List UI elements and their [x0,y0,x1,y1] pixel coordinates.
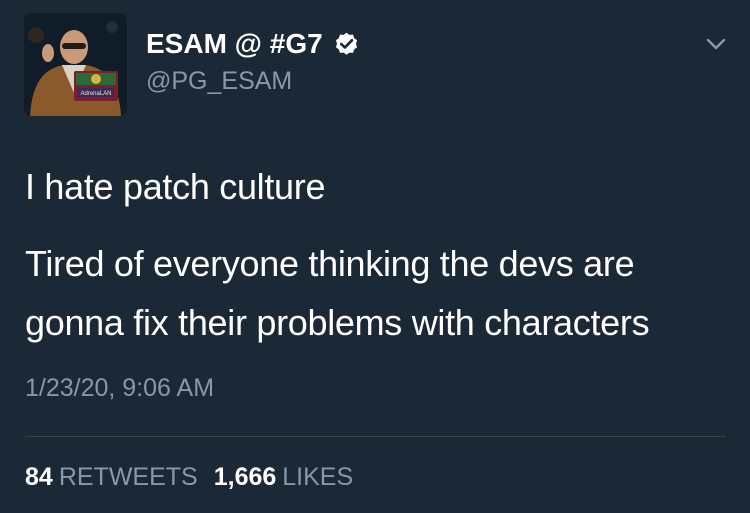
retweets-label: RETWEETS [58,463,198,491]
retweets-stat[interactable]: 84 RETWEETS [25,463,198,491]
tweet-text-line: Tired of everyone thinking the devs are [25,243,635,284]
likes-stat[interactable]: 1,666 LIKES [214,463,353,491]
likes-count: 1,666 [213,463,277,491]
tweet-card: AdrenaLAN ESAM @ #G7 @PG_ESAM I hate pat… [0,0,750,513]
user-display-name[interactable]: ESAM @ #G7 [146,28,360,60]
tweet-text-line: gonna fix their problems with characters [25,302,650,343]
retweets-count: 84 [25,463,53,491]
verified-badge-icon [333,31,360,58]
avatar-image: AdrenaLAN [24,13,127,116]
tweet-text-line: I hate patch culture [25,166,326,207]
tweet-stats: 84 RETWEETS 1,666 LIKES [25,463,353,492]
display-name-text: ESAM @ #G7 [146,28,323,59]
chevron-down-icon[interactable] [702,34,730,54]
avatar[interactable]: AdrenaLAN [24,13,127,116]
divider [25,436,726,437]
likes-label: LIKES [282,463,354,491]
user-handle[interactable]: @PG_ESAM [146,67,292,96]
tweet-timestamp[interactable]: 1/23/20, 9:06 AM [25,374,214,403]
avatar-sign-text: AdrenaLAN [80,91,111,97]
